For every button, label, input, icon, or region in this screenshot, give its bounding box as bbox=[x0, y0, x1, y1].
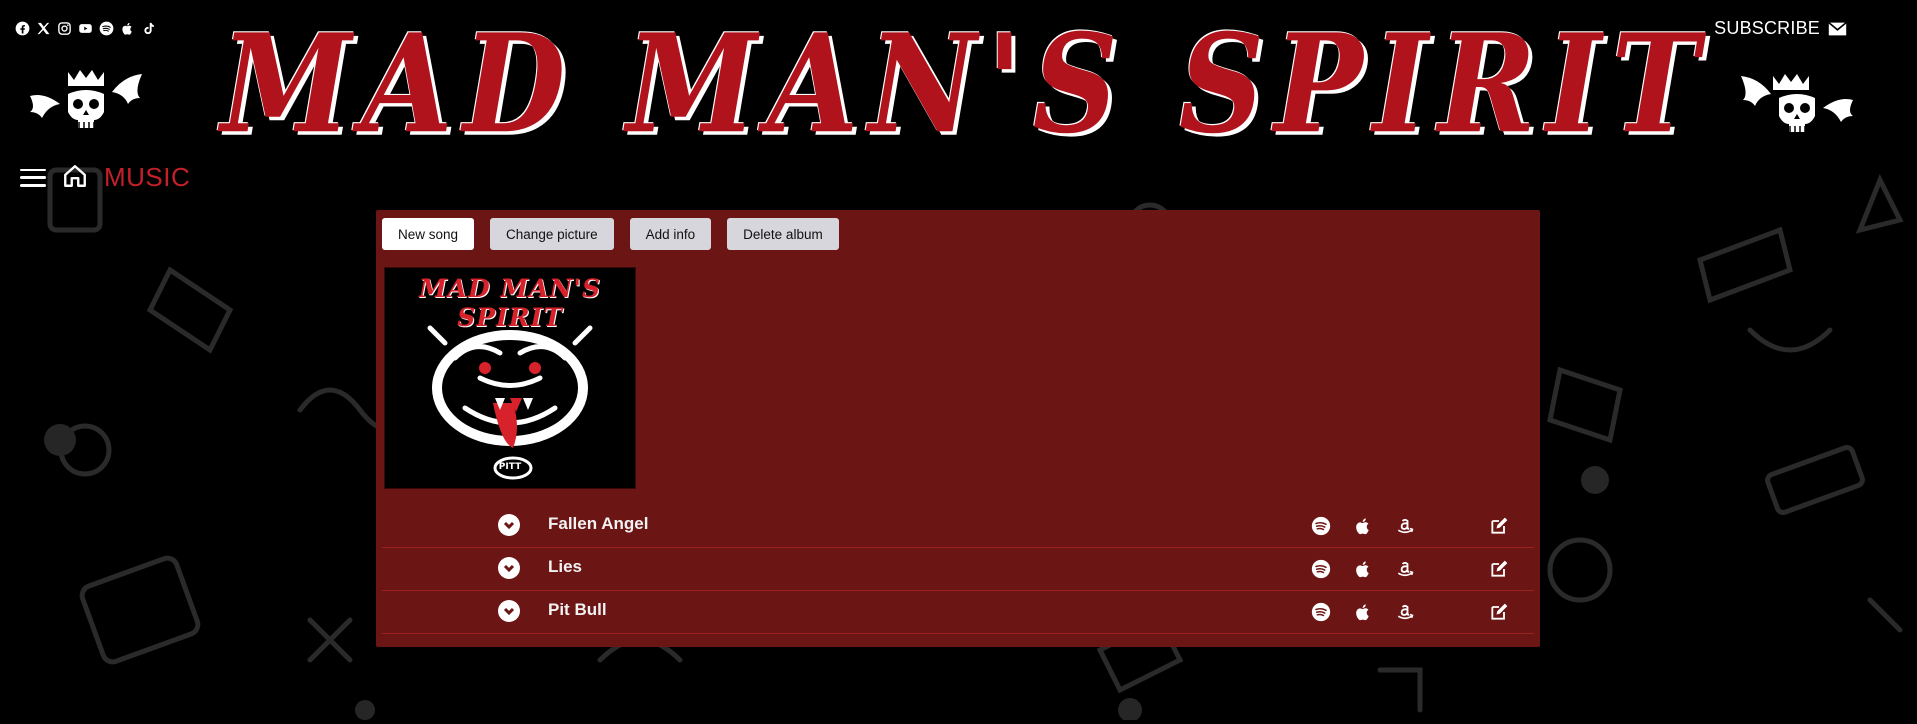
top-nav: MUSIC bbox=[20, 162, 190, 193]
youtube-icon[interactable] bbox=[77, 20, 93, 36]
section-title: MUSIC bbox=[104, 162, 191, 192]
new-song-button[interactable]: New song bbox=[382, 218, 475, 250]
apple-music-icon[interactable] bbox=[1352, 558, 1374, 580]
expand-icon[interactable] bbox=[498, 600, 520, 622]
subscribe-label: SUBSCRIBE bbox=[1714, 18, 1820, 38]
winged-skull-logo-right[interactable] bbox=[1737, 72, 1857, 134]
spotify-icon[interactable] bbox=[1310, 515, 1332, 537]
song-title: Fallen Angel bbox=[548, 514, 649, 533]
banner-title: MAD MAN'S SPIRIT bbox=[220, 3, 1710, 163]
song-row: Fallen Angel bbox=[382, 505, 1534, 548]
song-title: Lies bbox=[548, 557, 583, 576]
cover-title: MAD MAN'S SPIRIT bbox=[418, 274, 602, 332]
facebook-icon[interactable] bbox=[14, 20, 30, 36]
social-links bbox=[14, 20, 156, 36]
tiktok-icon[interactable] bbox=[140, 20, 156, 36]
cover-caption: PITT bbox=[498, 462, 522, 472]
album-cover[interactable]: MAD MAN'S SPIRIT PITT bbox=[384, 267, 636, 489]
site-banner: MAD MAN'S SPIRIT bbox=[221, 3, 1699, 163]
amazon-icon[interactable] bbox=[1394, 601, 1416, 623]
expand-icon[interactable] bbox=[498, 514, 520, 536]
edit-icon[interactable] bbox=[1488, 515, 1510, 537]
amazon-icon[interactable] bbox=[1394, 558, 1416, 580]
instagram-icon[interactable] bbox=[56, 20, 72, 36]
spotify-icon[interactable] bbox=[1310, 558, 1332, 580]
song-title: Pit Bull bbox=[548, 600, 607, 619]
menu-icon[interactable] bbox=[20, 167, 46, 189]
change-picture-button[interactable]: Change picture bbox=[490, 218, 614, 250]
delete-album-button[interactable]: Delete album bbox=[727, 218, 839, 250]
mail-icon bbox=[1828, 21, 1847, 35]
add-info-button[interactable]: Add info bbox=[629, 218, 712, 250]
edit-icon[interactable] bbox=[1488, 558, 1510, 580]
song-row: Lies bbox=[382, 548, 1534, 591]
spotify-icon[interactable] bbox=[98, 20, 114, 36]
song-list: Fallen Angel Lies Pit Bull bbox=[382, 505, 1534, 634]
apple-music-icon[interactable] bbox=[1352, 601, 1374, 623]
expand-icon[interactable] bbox=[498, 557, 520, 579]
subscribe-button[interactable]: SUBSCRIBE bbox=[1714, 18, 1847, 39]
apple-music-icon[interactable] bbox=[1352, 515, 1374, 537]
amazon-icon[interactable] bbox=[1394, 515, 1416, 537]
edit-icon[interactable] bbox=[1488, 601, 1510, 623]
winged-skull-logo-left[interactable] bbox=[26, 68, 146, 130]
album-toolbar: New song Change picture Add info Delete … bbox=[382, 218, 839, 250]
song-row: Pit Bull bbox=[382, 591, 1534, 634]
x-icon[interactable] bbox=[35, 20, 51, 36]
album-panel: New song Change picture Add info Delete … bbox=[376, 210, 1540, 647]
spotify-icon[interactable] bbox=[1310, 601, 1332, 623]
apple-icon[interactable] bbox=[119, 20, 135, 36]
home-icon[interactable] bbox=[62, 163, 88, 193]
